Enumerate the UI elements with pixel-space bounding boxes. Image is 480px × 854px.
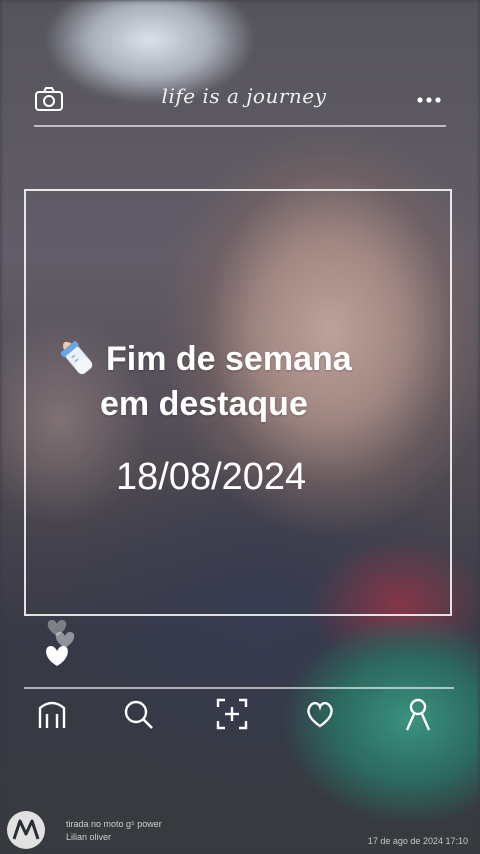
add-square-icon[interactable] <box>214 696 250 732</box>
profile-icon[interactable] <box>400 696 436 732</box>
watermark-author: Lilian oliver <box>66 832 112 842</box>
post-date: 18/08/2024 <box>116 456 307 498</box>
camera-icon[interactable] <box>34 86 64 112</box>
title-line-2: em destaque <box>100 385 308 423</box>
baby-bottle-icon <box>60 341 93 375</box>
more-dots-icon[interactable] <box>416 96 442 104</box>
post-title: Fim de semana em destaque <box>52 336 452 426</box>
watermark-device: tirada no moto g⁵ power <box>66 819 162 829</box>
bottom-nav <box>30 696 450 736</box>
home-icon[interactable] <box>34 696 70 732</box>
top-bar: life is a journey <box>34 84 446 118</box>
nav-divider <box>24 687 454 689</box>
watermark-text: tirada no moto g⁵ power Lilian oliver <box>66 818 162 844</box>
title-line-1: Fim de semana <box>106 340 352 378</box>
heart-icon[interactable] <box>302 696 338 732</box>
motorola-logo <box>7 811 45 849</box>
top-divider <box>34 125 446 127</box>
search-icon[interactable] <box>120 696 156 732</box>
tagline: life is a journey <box>161 84 327 108</box>
watermark-timestamp: 17 de ago de 2024 17:10 <box>367 836 468 846</box>
hearts-decoration <box>46 620 75 666</box>
